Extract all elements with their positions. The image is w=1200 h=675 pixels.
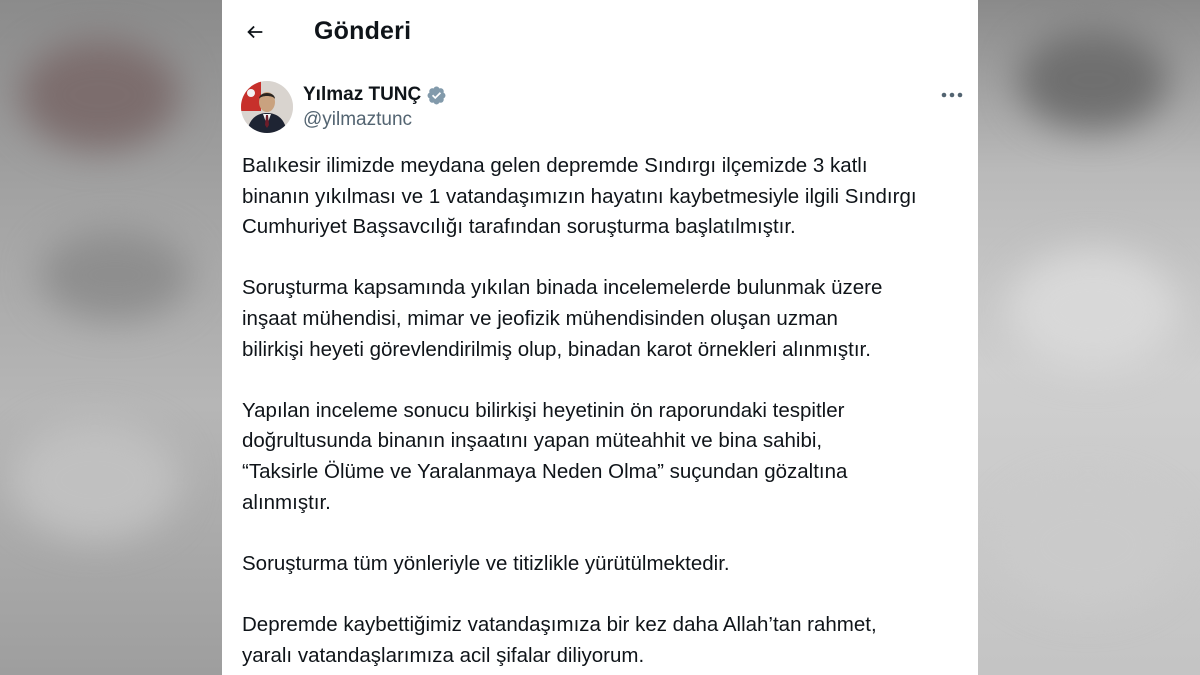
more-horizontal-icon bbox=[941, 91, 963, 99]
background-blur-shape bbox=[1018, 30, 1168, 130]
post-text: Balıkesir ilimizde meydana gelen depremd… bbox=[242, 151, 962, 675]
blurred-background-left bbox=[0, 0, 222, 675]
background-blur-shape bbox=[20, 40, 180, 150]
author-handle[interactable]: @yilmaztunc bbox=[303, 109, 412, 131]
back-button[interactable] bbox=[236, 13, 274, 51]
author-name-row: Yılmaz TUNÇ bbox=[303, 83, 447, 107]
verified-badge-icon bbox=[426, 85, 447, 106]
background-blur-shape bbox=[10, 420, 180, 540]
avatar[interactable] bbox=[241, 81, 293, 133]
post-paragraph: Soruşturma kapsamında yıkılan binada inc… bbox=[242, 276, 883, 361]
post-card: Gönderi Yılmaz TUNÇ @yilmaztunc Balıkesi… bbox=[222, 0, 978, 675]
post-paragraph: Depremde kaybettiğimiz vatandaşımıza bir… bbox=[242, 612, 877, 667]
background-blur-shape bbox=[40, 230, 190, 320]
more-options-button[interactable] bbox=[934, 80, 970, 110]
post-paragraph: Yapılan inceleme sonucu bilirkişi heyeti… bbox=[242, 398, 848, 514]
post-header-bar: Gönderi bbox=[222, 0, 978, 66]
blurred-background-right bbox=[978, 0, 1200, 675]
background-blur-shape bbox=[998, 480, 1178, 610]
avatar-portrait-icon bbox=[241, 81, 293, 133]
background-blur-shape bbox=[1008, 250, 1178, 370]
page-title: Gönderi bbox=[314, 17, 412, 45]
author-display-name[interactable]: Yılmaz TUNÇ bbox=[303, 84, 421, 106]
post-paragraph: Soruşturma tüm yönleriyle ve titizlikle … bbox=[242, 551, 730, 575]
arrow-left-icon bbox=[244, 21, 266, 43]
post-paragraph: Balıkesir ilimizde meydana gelen depremd… bbox=[242, 154, 917, 239]
